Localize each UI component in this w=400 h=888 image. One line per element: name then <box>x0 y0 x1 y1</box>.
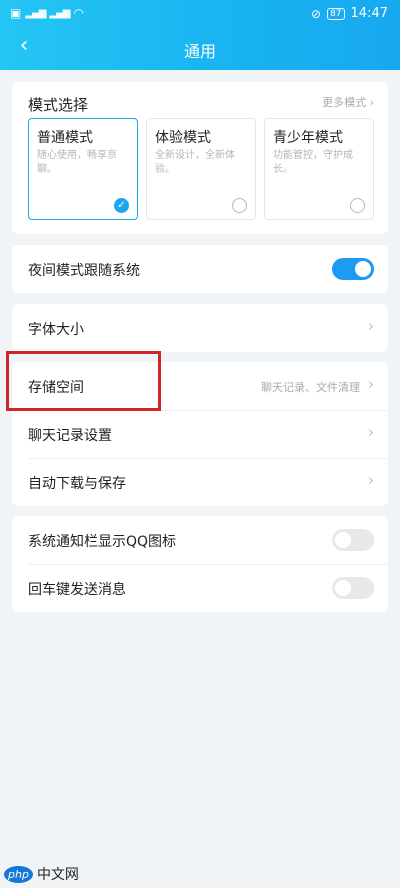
storage-hint: 聊天记录、文件清理 <box>261 381 360 394</box>
chevron-right-icon: › <box>368 317 374 335</box>
toggle-knob <box>355 261 371 277</box>
wifi-icon: ◠ <box>73 6 84 20</box>
mode-option-teen[interactable]: 青少年模式 功能管控，守护成长。 <box>264 118 374 220</box>
nav-bar: ‹ 通用 <box>0 28 400 68</box>
enter-send-toggle[interactable] <box>332 577 374 599</box>
chevron-right-icon: › <box>368 423 374 441</box>
watermark: php 中文网 <box>4 864 79 884</box>
mode-description: 功能管控，守护成长。 <box>273 150 353 175</box>
page-title: 通用 <box>183 42 216 61</box>
annotation-highlight-box <box>6 351 161 411</box>
mode-option-experience[interactable]: 体验模式 全新设计，全新体验。 <box>146 118 256 220</box>
signal-icon-2: ▂▄▆ <box>49 7 70 19</box>
battery-icon: 87 <box>327 7 345 20</box>
status-left: ▣ ▂▄▆ ▂▄▆ ◠ <box>10 6 84 20</box>
watermark-text: 中文网 <box>36 867 79 883</box>
night-mode-card: 夜间模式跟随系统 <box>12 245 388 293</box>
font-size-label: 字体大小 <box>28 322 84 338</box>
auto-download-label: 自动下载与保存 <box>28 476 126 492</box>
qq-icon-notify-toggle[interactable] <box>332 529 374 551</box>
night-mode-toggle[interactable] <box>332 258 374 280</box>
chevron-right-icon: › <box>369 96 374 109</box>
radio-circle-icon <box>232 198 247 213</box>
font-size-row[interactable]: 字体大小 › <box>12 304 388 352</box>
qq-icon-notify-label: 系统通知栏显示QQ图标 <box>28 534 177 550</box>
radio-circle-icon <box>350 198 365 213</box>
enter-send-label: 回车键发送消息 <box>28 582 126 598</box>
mode-option-normal[interactable]: 普通模式 随心使用，畅享京聊。 ✓ <box>28 118 138 220</box>
checkmark-icon: ✓ <box>114 198 129 213</box>
more-modes-link[interactable]: 更多模式 › <box>322 94 374 110</box>
font-size-card: 字体大小 › <box>12 304 388 352</box>
mode-name: 体验模式 <box>155 130 211 146</box>
status-bar: ▣ ▂▄▆ ▂▄▆ ◠ ⊘ 87 14:47 <box>0 0 400 28</box>
toggle-knob <box>335 532 351 548</box>
mode-description: 随心使用，畅享京聊。 <box>37 150 117 175</box>
mute-icon: ⊘ <box>311 6 322 21</box>
mode-selection-card: 模式选择 更多模式 › 普通模式 随心使用，畅享京聊。 ✓ 体验模式 全新设计，… <box>12 82 388 234</box>
mode-name: 青少年模式 <box>273 130 343 146</box>
mode-section-title: 模式选择 <box>28 96 89 114</box>
watermark-logo: php <box>4 865 33 883</box>
signal-icon: ▂▄▆ <box>25 7 46 19</box>
clock: 14:47 <box>350 6 388 21</box>
mode-description: 全新设计，全新体验。 <box>155 150 235 175</box>
night-mode-row: 夜间模式跟随系统 <box>12 245 388 293</box>
night-mode-label: 夜间模式跟随系统 <box>28 263 140 279</box>
chat-history-settings-row[interactable]: 聊天记录设置 › <box>12 410 388 458</box>
status-right: ⊘ 87 14:47 <box>311 6 388 21</box>
mode-name: 普通模式 <box>37 130 93 146</box>
sim-icon: ▣ <box>10 6 22 20</box>
toggle-knob <box>335 580 351 596</box>
qq-icon-notify-row: 系统通知栏显示QQ图标 <box>12 516 388 564</box>
enter-send-row: 回车键发送消息 <box>12 564 388 612</box>
notification-card: 系统通知栏显示QQ图标 回车键发送消息 <box>12 516 388 612</box>
chat-history-label: 聊天记录设置 <box>28 428 112 444</box>
more-modes-label: 更多模式 <box>322 96 367 109</box>
chevron-right-icon: › <box>368 375 374 393</box>
auto-download-row[interactable]: 自动下载与保存 › <box>12 458 388 506</box>
chevron-right-icon: › <box>368 471 374 489</box>
app-header: ▣ ▂▄▆ ▂▄▆ ◠ ⊘ 87 14:47 ‹ 通用 <box>0 0 400 70</box>
